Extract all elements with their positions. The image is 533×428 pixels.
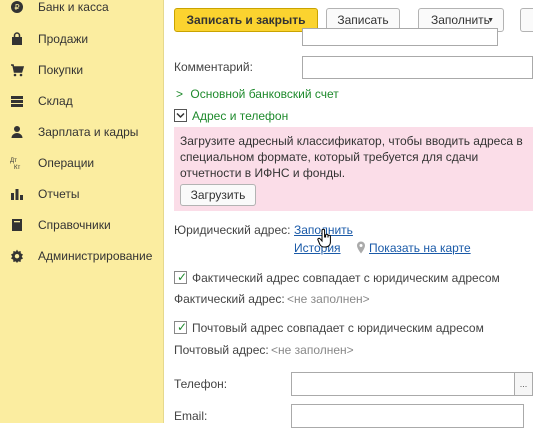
hand-cursor-icon (317, 228, 333, 249)
bank-icon: ₽ (10, 0, 24, 14)
chevron-right-icon: > (176, 87, 184, 101)
sidebar-item-label: Справочники (38, 218, 111, 232)
person-icon (10, 125, 24, 139)
gear-icon (10, 249, 24, 263)
actual-address-label: Фактический адрес: (174, 292, 285, 306)
postal-address-label: Почтовый адрес: (174, 343, 269, 357)
sidebar-item-purchases[interactable]: Покупки (0, 55, 163, 85)
sidebar-item-reports[interactable]: Отчеты (0, 179, 163, 209)
svg-text:Кт: Кт (14, 165, 20, 170)
sidebar-item-bank[interactable]: ₽ Банк и касса (0, 0, 163, 22)
map-pin-icon (356, 241, 366, 254)
check-icon: ✓ (177, 270, 188, 284)
sidebar-item-label: Продажи (38, 32, 89, 46)
sidebar-item-label: Операции (38, 156, 95, 170)
check-icon: ✓ (177, 320, 188, 334)
email-input[interactable] (291, 404, 524, 428)
sidebar-item-label: Банк и касса (38, 0, 109, 14)
sidebar-item-label: Склад (38, 94, 73, 108)
chart-icon (10, 187, 24, 201)
sidebar-item-label: Зарплата и кадры (38, 125, 139, 139)
sidebar-item-salary[interactable]: Зарплата и кадры (0, 117, 163, 147)
fill-label: Заполнить (431, 13, 490, 27)
top-field[interactable] (302, 28, 498, 46)
sidebar-item-label: Администрирование (38, 249, 153, 263)
save-and-close-button[interactable]: Записать и закрыть (174, 8, 318, 32)
warehouse-icon (10, 94, 24, 108)
address-phone-toggle[interactable] (174, 109, 187, 122)
form-area: Записать и закрыть Записать Заполнить ▼ … (164, 0, 533, 428)
chevron-down-icon (176, 112, 185, 119)
book-icon (10, 218, 24, 232)
operations-icon: Дт Кт (10, 156, 24, 170)
notice-text: Загрузите адресный классификатор, чтобы … (180, 134, 523, 180)
sidebar-item-label: Отчеты (38, 187, 80, 201)
email-label: Email: (174, 409, 208, 423)
legal-address-label: Юридический адрес: (174, 223, 291, 237)
more-button[interactable] (520, 8, 533, 32)
sidebar-item-label: Покупки (38, 63, 84, 77)
phone-select-button[interactable]: ... (514, 372, 533, 396)
svg-text:₽: ₽ (14, 3, 19, 12)
phone-input[interactable] (291, 372, 519, 396)
sidebar-item-sales[interactable]: Продажи (0, 24, 163, 54)
actual-address-value[interactable]: <не заполнен> (287, 292, 370, 306)
sidebar: ₽ Банк и касса Продажи Покупки Склад Зар… (0, 0, 163, 423)
comment-label: Комментарий: (174, 60, 253, 74)
chevron-down-icon: ▼ (487, 17, 494, 24)
show-on-map-link[interactable]: Показать на карте (369, 241, 471, 255)
load-button[interactable]: Загрузить (180, 184, 256, 206)
sidebar-item-references[interactable]: Справочники (0, 210, 163, 240)
bag-icon (10, 32, 24, 46)
sidebar-item-operations[interactable]: Дт Кт Операции (0, 148, 163, 178)
postal-same-label: Почтовый адрес совпадает с юридическим а… (192, 321, 484, 335)
postal-address-value[interactable]: <не заполнен> (271, 343, 354, 357)
address-phone-label: Адрес и телефон (192, 109, 289, 123)
cart-icon (10, 63, 24, 77)
address-classifier-notice: Загрузите адресный классификатор, чтобы … (174, 127, 533, 211)
actual-same-checkbox[interactable]: ✓ (174, 270, 188, 284)
svg-text:Дт: Дт (10, 158, 17, 164)
postal-same-checkbox[interactable]: ✓ (174, 320, 188, 334)
bank-account-group[interactable]: > Основной банковский счет (176, 87, 339, 101)
comment-input[interactable] (302, 56, 533, 79)
phone-label: Телефон: (174, 377, 228, 391)
sidebar-item-warehouse[interactable]: Склад (0, 86, 163, 116)
sidebar-item-administration[interactable]: Администрирование (0, 241, 163, 271)
bank-account-label: Основной банковский счет (190, 87, 339, 101)
actual-same-label: Фактический адрес совпадает с юридически… (192, 271, 500, 285)
